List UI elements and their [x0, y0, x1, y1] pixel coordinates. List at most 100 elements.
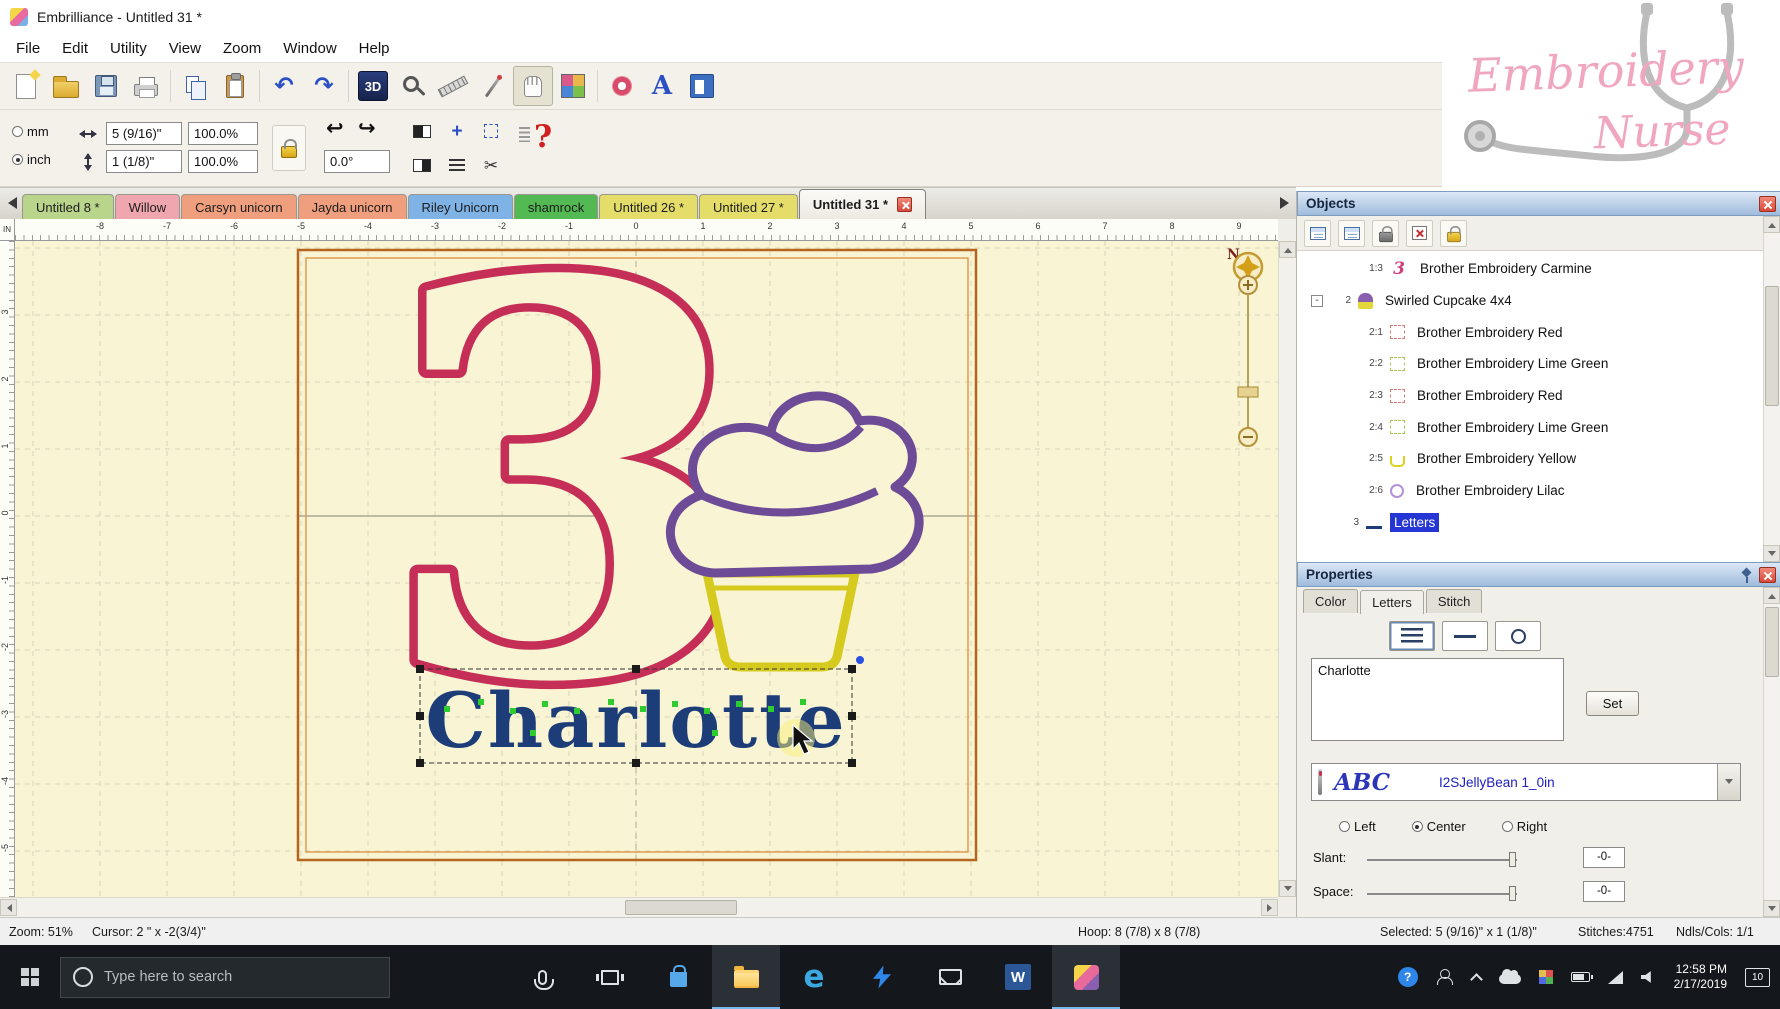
menu-utility[interactable]: Utility — [99, 37, 158, 60]
slant-slider-track[interactable] — [1367, 859, 1517, 861]
notification-center-button[interactable]: 10 — [1745, 968, 1770, 987]
battery-icon[interactable] — [1571, 972, 1590, 982]
mail-button[interactable] — [916, 945, 984, 1009]
monogram-button[interactable] — [682, 66, 722, 106]
tab-willow[interactable]: Willow — [115, 194, 181, 219]
properties-scroll-down[interactable] — [1763, 900, 1780, 917]
scroll-down-button[interactable] — [1279, 880, 1296, 897]
scroll-right-button[interactable] — [1261, 899, 1278, 916]
word-button[interactable]: W — [984, 945, 1052, 1009]
object-row-2[interactable]: -2Swirled Cupcake 4x4 — [1297, 285, 1764, 317]
edge-button[interactable]: e — [780, 945, 848, 1009]
width-field[interactable]: 5 (9/16)" — [106, 122, 182, 145]
objects-scrollbar[interactable] — [1763, 216, 1780, 562]
object-row-2-5[interactable]: 2:5Brother Embroidery Yellow — [1297, 443, 1764, 475]
start-button[interactable] — [0, 945, 60, 1009]
onedrive-cloud-icon[interactable] — [1499, 974, 1521, 984]
selection-handle[interactable] — [848, 712, 856, 720]
contrast-view-button[interactable] — [408, 152, 436, 178]
canvas-horizontal-scrollbar[interactable] — [0, 897, 1278, 917]
undo-button[interactable]: ↩ — [326, 118, 344, 139]
width-percent-field[interactable]: 100.0% — [188, 122, 258, 145]
volume-icon[interactable] — [1641, 971, 1656, 984]
selection-handle[interactable] — [848, 665, 856, 673]
zoom-tool-button[interactable] — [393, 66, 433, 106]
file-explorer-button[interactable] — [712, 945, 780, 1009]
mic-button[interactable] — [508, 945, 576, 1009]
rotation-field[interactable]: 0.0° — [324, 150, 390, 173]
people-icon[interactable] — [1436, 969, 1454, 985]
help-tray-icon[interactable]: ? — [1398, 967, 1418, 987]
properties-scrollbar[interactable] — [1763, 587, 1780, 917]
app-bolt-button[interactable] — [848, 945, 916, 1009]
object-row-2-3[interactable]: 2:3Brother Embroidery Red — [1297, 380, 1764, 412]
slant-slider-handle[interactable] — [1509, 852, 1516, 867]
menu-window[interactable]: Window — [272, 37, 347, 60]
set-button[interactable]: Set — [1586, 691, 1639, 716]
space-value[interactable]: -0- — [1583, 881, 1625, 902]
object-row-2-4[interactable]: 2:4Brother Embroidery Lime Green — [1297, 411, 1764, 443]
space-slider-handle[interactable] — [1509, 886, 1516, 901]
design-canvas[interactable]: 3 Charlotte N — [15, 241, 1278, 897]
font-selector[interactable]: ABC I2SJellyBean 1_0in — [1311, 763, 1741, 801]
selection-handle[interactable] — [416, 665, 424, 673]
properties-scroll-up[interactable] — [1763, 587, 1780, 604]
save-button[interactable] — [86, 66, 126, 106]
tab-close-button[interactable] — [897, 197, 912, 212]
objects-scroll-thumb[interactable] — [1765, 286, 1779, 406]
design-library-button[interactable] — [602, 66, 642, 106]
embrilliance-taskbar-button[interactable] — [1052, 945, 1120, 1009]
zoom-slider-handle[interactable] — [1238, 387, 1258, 397]
properties-tab-color[interactable]: Color — [1303, 589, 1358, 613]
scroll-left-button[interactable] — [0, 899, 17, 916]
tab-untitled-31-[interactable]: Untitled 31 * — [799, 189, 926, 219]
tab-scroll-right-button[interactable] — [1274, 190, 1294, 216]
tab-untitled-26-[interactable]: Untitled 26 * — [599, 194, 698, 219]
menu-file[interactable]: File — [5, 37, 51, 60]
expand-toggle[interactable]: - — [1311, 295, 1323, 307]
lock-object-button[interactable] — [1372, 220, 1399, 247]
canvas-vertical-scrollbar[interactable] — [1278, 241, 1296, 897]
align-option-right[interactable]: Right — [1502, 819, 1547, 834]
pan-tool-button[interactable] — [513, 66, 553, 106]
align-option-left[interactable]: Left — [1339, 819, 1376, 834]
redo-button[interactable]: ↪ — [358, 118, 376, 139]
search-input[interactable] — [104, 969, 377, 985]
tray-app-icon[interactable] — [1539, 970, 1553, 984]
align-option-center[interactable]: Center — [1412, 819, 1466, 834]
menu-edit[interactable]: Edit — [51, 37, 99, 60]
network-icon[interactable] — [1608, 971, 1623, 984]
open-file-button[interactable] — [46, 66, 86, 106]
properties-close-button[interactable] — [1759, 567, 1776, 583]
tab-scroll-left-button[interactable] — [2, 190, 22, 216]
properties-tab-stitch[interactable]: Stitch — [1426, 589, 1483, 613]
unit-mm-option[interactable]: mm — [12, 124, 49, 139]
mm-radio[interactable] — [12, 126, 23, 137]
trim-button[interactable]: ✂ — [477, 152, 505, 178]
store-button[interactable] — [644, 945, 712, 1009]
unlock-object-button[interactable] — [1440, 220, 1467, 247]
tab-untitled-27-[interactable]: Untitled 27 * — [699, 194, 798, 219]
horizontal-scroll-thumb[interactable] — [625, 900, 737, 915]
fit-window-button[interactable]: + — [443, 118, 471, 144]
delete-object-button[interactable] — [1406, 220, 1433, 247]
inch-radio[interactable] — [12, 154, 23, 165]
taskbar-clock[interactable]: 12:58 PM 2/17/2019 — [1674, 962, 1727, 992]
object-row-3[interactable]: 3Letters — [1297, 507, 1764, 539]
tab-carsyn-unicorn[interactable]: Carsyn unicorn — [181, 194, 296, 219]
taskbar-search[interactable] — [60, 957, 390, 998]
letters-text-input[interactable]: Charlotte — [1311, 658, 1564, 741]
menu-help[interactable]: Help — [348, 37, 401, 60]
radio-left[interactable] — [1339, 821, 1350, 832]
object-row-2-1[interactable]: 2:1Brother Embroidery Red — [1297, 316, 1764, 348]
style-circle-button[interactable] — [1495, 621, 1541, 651]
tab-jayda-unicorn[interactable]: Jayda unicorn — [298, 194, 407, 219]
selection-handle[interactable] — [632, 665, 640, 673]
tray-chevron-up-icon[interactable] — [1470, 973, 1483, 986]
style-baseline-button[interactable] — [1442, 621, 1488, 651]
objects-scroll-up[interactable] — [1763, 216, 1780, 233]
radio-right[interactable] — [1502, 821, 1513, 832]
selection-handle[interactable] — [416, 712, 424, 720]
copy-button[interactable] — [175, 66, 215, 106]
color-view-button[interactable] — [1304, 220, 1331, 247]
